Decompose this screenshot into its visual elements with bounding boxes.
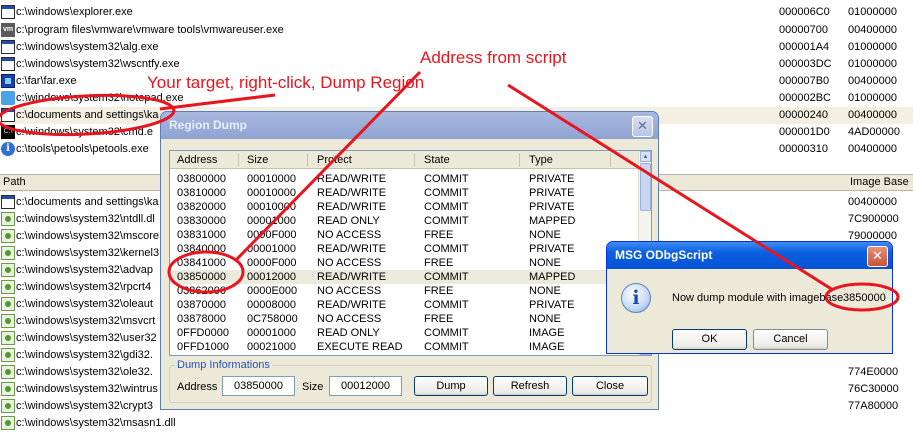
annotation-circle-imagebase [824, 282, 900, 312]
annotation-arrow-imagebase [507, 83, 834, 292]
annotation-circle-address [167, 250, 245, 294]
annotation-circle-target [0, 93, 176, 137]
annotation-overlay [0, 70, 900, 312]
annotation-arrow-target [159, 93, 276, 111]
annotation-arrow-address [234, 70, 422, 262]
